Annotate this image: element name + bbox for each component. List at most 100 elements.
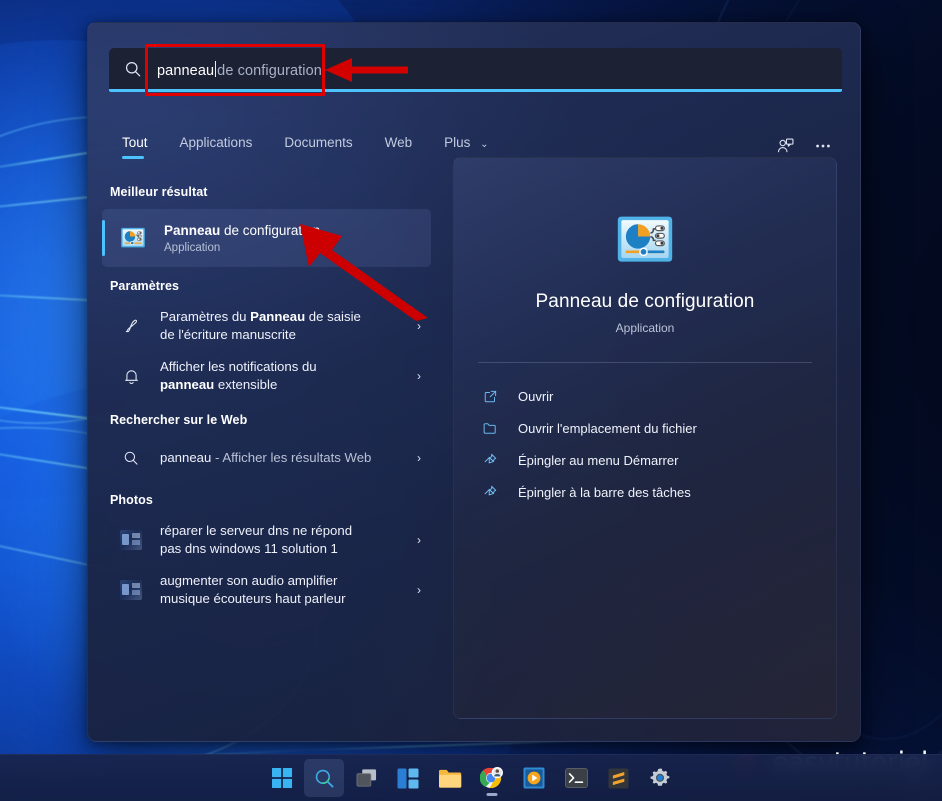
tab-documents[interactable]: Documents [268, 131, 368, 161]
web-suffix-text: - Afficher les résultats Web [211, 450, 372, 465]
photo-text-line2: musique écouteurs haut parleur [160, 591, 346, 606]
photo-result-item[interactable]: augmenter son audio amplifier musique éc… [102, 565, 431, 615]
photo-text-line1: augmenter son audio amplifier [160, 573, 338, 588]
taskbar-start-button[interactable] [262, 759, 302, 797]
taskbar-widgets-button[interactable] [388, 759, 428, 797]
search-box-container: panneau de configuration [109, 48, 842, 92]
chevron-right-icon[interactable]: › [411, 369, 421, 383]
tab-applications[interactable]: Applications [164, 131, 269, 161]
taskbar-sublime-text-button[interactable] [598, 759, 638, 797]
best-result-item[interactable]: Panneau de configuration Application [102, 209, 431, 267]
tab-web[interactable]: Web [369, 131, 429, 161]
settings-result-label: Paramètres du Panneau de saisie de l'écr… [160, 308, 411, 344]
result-text-line2: de l'écriture manuscrite [160, 327, 296, 342]
search-input[interactable]: panneau de configuration [109, 48, 842, 92]
search-typed-text: panneau [157, 62, 215, 79]
search-suggestion-text: de configuration [217, 62, 322, 79]
open-external-icon [480, 386, 500, 406]
action-pin-to-taskbar[interactable]: Épingler à la barre des tâches [460, 476, 830, 508]
chevron-down-icon: ⌄ [480, 139, 489, 150]
running-indicator [486, 793, 498, 796]
folder-icon [480, 418, 500, 438]
best-result-title-bold: Panneau [164, 223, 221, 238]
widgets-icon [397, 768, 419, 788]
preview-panel: Panneau de configuration Application Ouv… [453, 157, 837, 719]
tab-label: Plus [444, 135, 471, 150]
action-label: Ouvrir l'emplacement du fichier [518, 420, 697, 436]
photo-thumbnail [120, 529, 142, 551]
chevron-right-icon[interactable]: › [411, 583, 421, 597]
preview-subtitle: Application [615, 321, 675, 335]
folder-icon [439, 769, 462, 788]
preview-actions: Ouvrir Ouvrir l'emplacement du fichier É… [454, 380, 836, 508]
taskbar [0, 754, 942, 801]
section-header-web: Rechercher sur le Web [110, 413, 248, 427]
section-header-settings: Paramètres [110, 279, 180, 293]
windows-start-icon [271, 767, 292, 788]
gear-icon [650, 768, 670, 786]
search-icon [120, 447, 142, 469]
terminal-icon [564, 768, 588, 788]
desktop: panneau de configuration Tout Applicatio… [0, 0, 942, 801]
tab-label: Web [384, 135, 413, 150]
result-text-pre: Paramètres du [160, 309, 251, 324]
tab-label: Applications [179, 135, 253, 150]
search-icon [315, 769, 333, 787]
photo-result-label: réparer le serveur dns ne répond pas dns… [160, 522, 411, 558]
taskbar-file-explorer-button[interactable] [430, 759, 470, 797]
best-result-text: Panneau de configuration Application [164, 222, 320, 254]
chevron-right-icon[interactable]: › [411, 533, 421, 547]
settings-result-notifications[interactable]: Afficher les notifications du panneau ex… [102, 351, 431, 401]
web-search-result[interactable]: panneau - Afficher les résultats Web › [102, 435, 431, 481]
sublime-text-icon [607, 767, 629, 789]
result-text-post: de saisie [305, 309, 361, 324]
photo-text-line2: pas dns windows 11 solution 1 [160, 541, 338, 556]
web-query-text: panneau [160, 450, 212, 465]
section-header-best-result: Meilleur résultat [110, 185, 208, 199]
search-icon [125, 61, 141, 76]
action-label: Épingler à la barre des tâches [518, 484, 691, 500]
text-caret [215, 60, 217, 77]
feedback-icon [777, 138, 793, 152]
bell-icon [120, 365, 142, 387]
tab-tout[interactable]: Tout [112, 131, 164, 161]
chrome-icon [480, 766, 503, 789]
settings-result-handwriting[interactable]: Paramètres du Panneau de saisie de l'écr… [102, 301, 431, 351]
result-text-post: extensible [214, 377, 278, 392]
tab-label: Documents [284, 135, 353, 150]
chevron-right-icon[interactable]: › [411, 451, 421, 465]
chevron-right-icon[interactable]: › [411, 319, 421, 333]
preview-icon-wrap [454, 210, 836, 270]
photo-result-item[interactable]: réparer le serveur dns ne répond pas dns… [102, 515, 431, 565]
filter-tabs: Tout Applications Documents Web Plus ⌄ [112, 131, 505, 161]
taskbar-media-player-button[interactable] [514, 759, 554, 797]
photo-text-line1: réparer le serveur dns ne répond [160, 523, 353, 538]
best-result-title-rest: de configuration [220, 223, 321, 238]
web-search-label: panneau - Afficher les résultats Web [160, 449, 411, 467]
taskbar-task-view-button[interactable] [346, 759, 386, 797]
more-options-icon [816, 144, 830, 148]
pin-icon [480, 450, 500, 470]
taskbar-search-button[interactable] [304, 759, 344, 797]
media-player-icon [523, 767, 545, 789]
taskbar-settings-button[interactable] [640, 759, 680, 797]
action-open[interactable]: Ouvrir [460, 380, 830, 412]
result-text-line1: Afficher les notifications du [160, 359, 317, 374]
tab-label: Tout [122, 135, 148, 150]
action-open-file-location[interactable]: Ouvrir l'emplacement du fichier [460, 412, 830, 444]
pin-icon [480, 482, 500, 502]
action-label: Épingler au menu Démarrer [518, 452, 679, 468]
action-pin-to-start[interactable]: Épingler au menu Démarrer [460, 444, 830, 476]
best-result-title: Panneau de configuration [164, 222, 320, 239]
results-list: Meilleur résultat Panneau de configurati… [88, 171, 445, 741]
result-text-bold: Panneau [250, 309, 306, 324]
action-label: Ouvrir [518, 388, 554, 404]
section-header-photos: Photos [110, 493, 153, 507]
photo-result-label: augmenter son audio amplifier musique éc… [160, 572, 411, 608]
best-result-subtitle: Application [164, 242, 221, 254]
control-panel-icon [121, 227, 145, 248]
search-text: panneau de configuration [157, 59, 322, 79]
taskbar-terminal-button[interactable] [556, 759, 596, 797]
taskbar-chrome-button[interactable] [472, 759, 512, 797]
preview-divider [478, 362, 812, 363]
